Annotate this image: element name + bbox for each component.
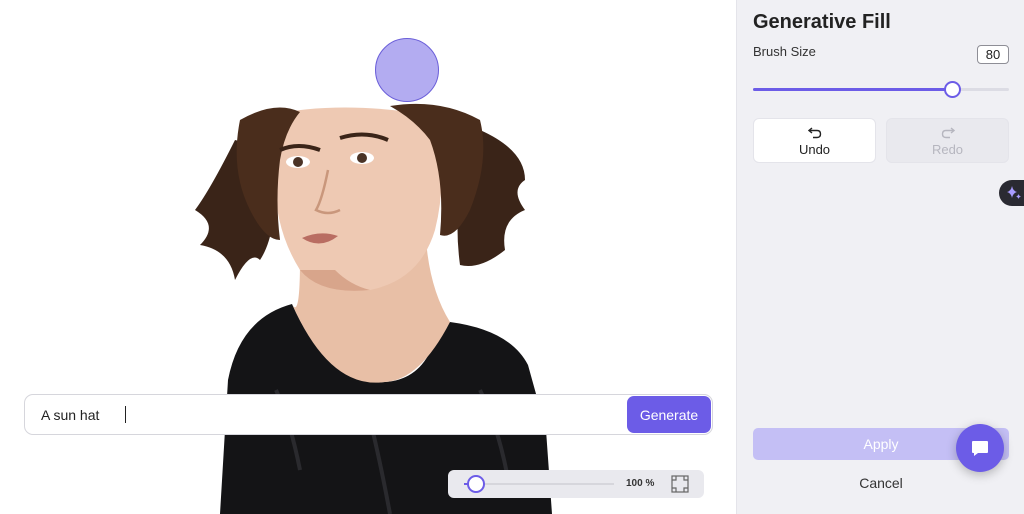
fit-screen-icon[interactable] bbox=[671, 475, 689, 493]
undo-button[interactable]: Undo bbox=[753, 118, 876, 163]
undo-icon bbox=[807, 126, 821, 138]
redo-icon bbox=[941, 126, 955, 138]
brush-size-value[interactable]: 80 bbox=[977, 45, 1009, 64]
prompt-bar: Generate bbox=[24, 394, 713, 435]
redo-button[interactable]: Redo bbox=[886, 118, 1009, 163]
cancel-button[interactable]: Cancel bbox=[753, 472, 1009, 494]
sparkle-icon bbox=[1007, 186, 1021, 199]
text-caret bbox=[125, 406, 126, 423]
chat-icon bbox=[972, 441, 988, 456]
zoom-control: 100 % bbox=[448, 470, 704, 498]
brush-size-thumb[interactable] bbox=[944, 81, 961, 98]
brush-size-track[interactable] bbox=[753, 88, 1009, 91]
ai-assistant-tab[interactable] bbox=[999, 180, 1024, 206]
chat-button[interactable] bbox=[956, 424, 1004, 472]
undo-label: Undo bbox=[798, 141, 831, 157]
editor-canvas[interactable]: Generate 100 % bbox=[0, 0, 736, 514]
portrait-image bbox=[195, 90, 560, 514]
zoom-value: 100 % bbox=[626, 478, 655, 489]
zoom-slider-track[interactable] bbox=[464, 483, 614, 485]
brush-cursor bbox=[375, 38, 439, 102]
generate-button[interactable]: Generate bbox=[627, 396, 711, 433]
redo-label: Redo bbox=[931, 141, 964, 157]
brush-size-label: Brush Size bbox=[753, 44, 816, 59]
panel-title: Generative Fill bbox=[753, 11, 891, 33]
brush-size-fill bbox=[753, 88, 956, 91]
prompt-input[interactable] bbox=[26, 396, 626, 433]
zoom-slider-thumb[interactable] bbox=[467, 475, 485, 493]
